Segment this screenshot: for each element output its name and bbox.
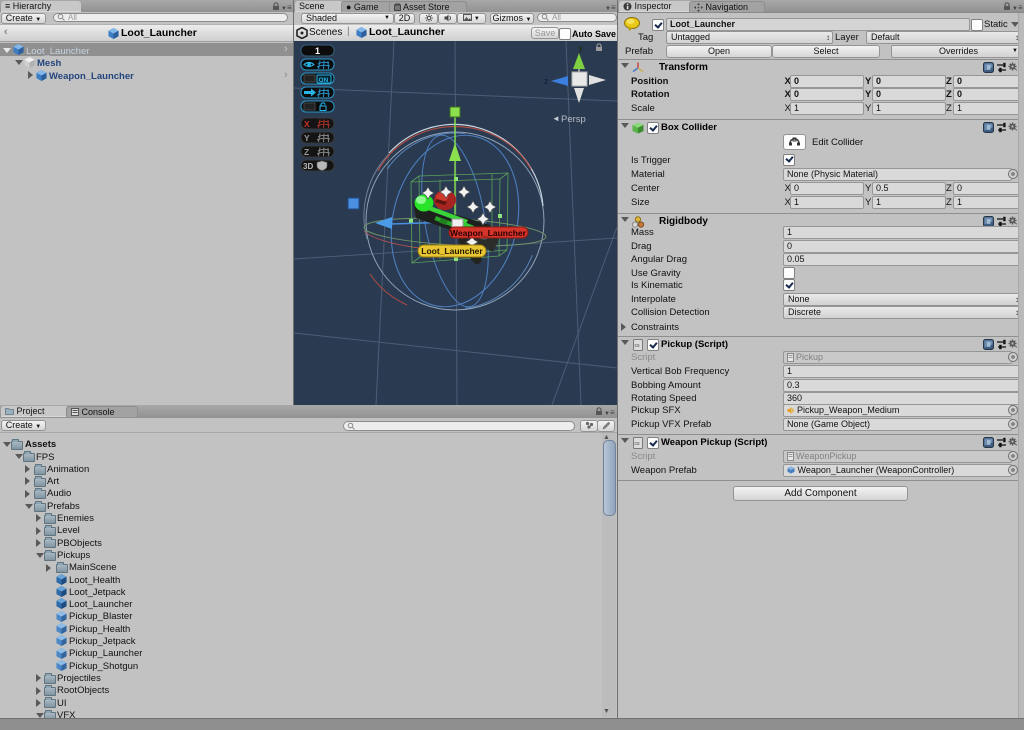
svg-text:ON: ON [319,77,329,84]
svg-text:cs: cs [635,343,641,349]
svg-text:Weapon_Launcher: Weapon_Launcher [450,228,527,238]
svg-text:Y: Y [304,133,310,143]
svg-text:cs: cs [635,441,641,447]
svg-text:3D: 3D [303,162,313,171]
svg-text:Z: Z [304,147,309,157]
svg-text:Loot_Launcher: Loot_Launcher [421,246,483,256]
svg-text:X: X [304,119,310,129]
svg-text:y: y [578,43,583,53]
svg-text:Persp: Persp [561,114,586,125]
svg-text:z: z [544,76,549,86]
svg-text:1: 1 [315,46,320,56]
svg-text:◄: ◄ [552,114,560,123]
